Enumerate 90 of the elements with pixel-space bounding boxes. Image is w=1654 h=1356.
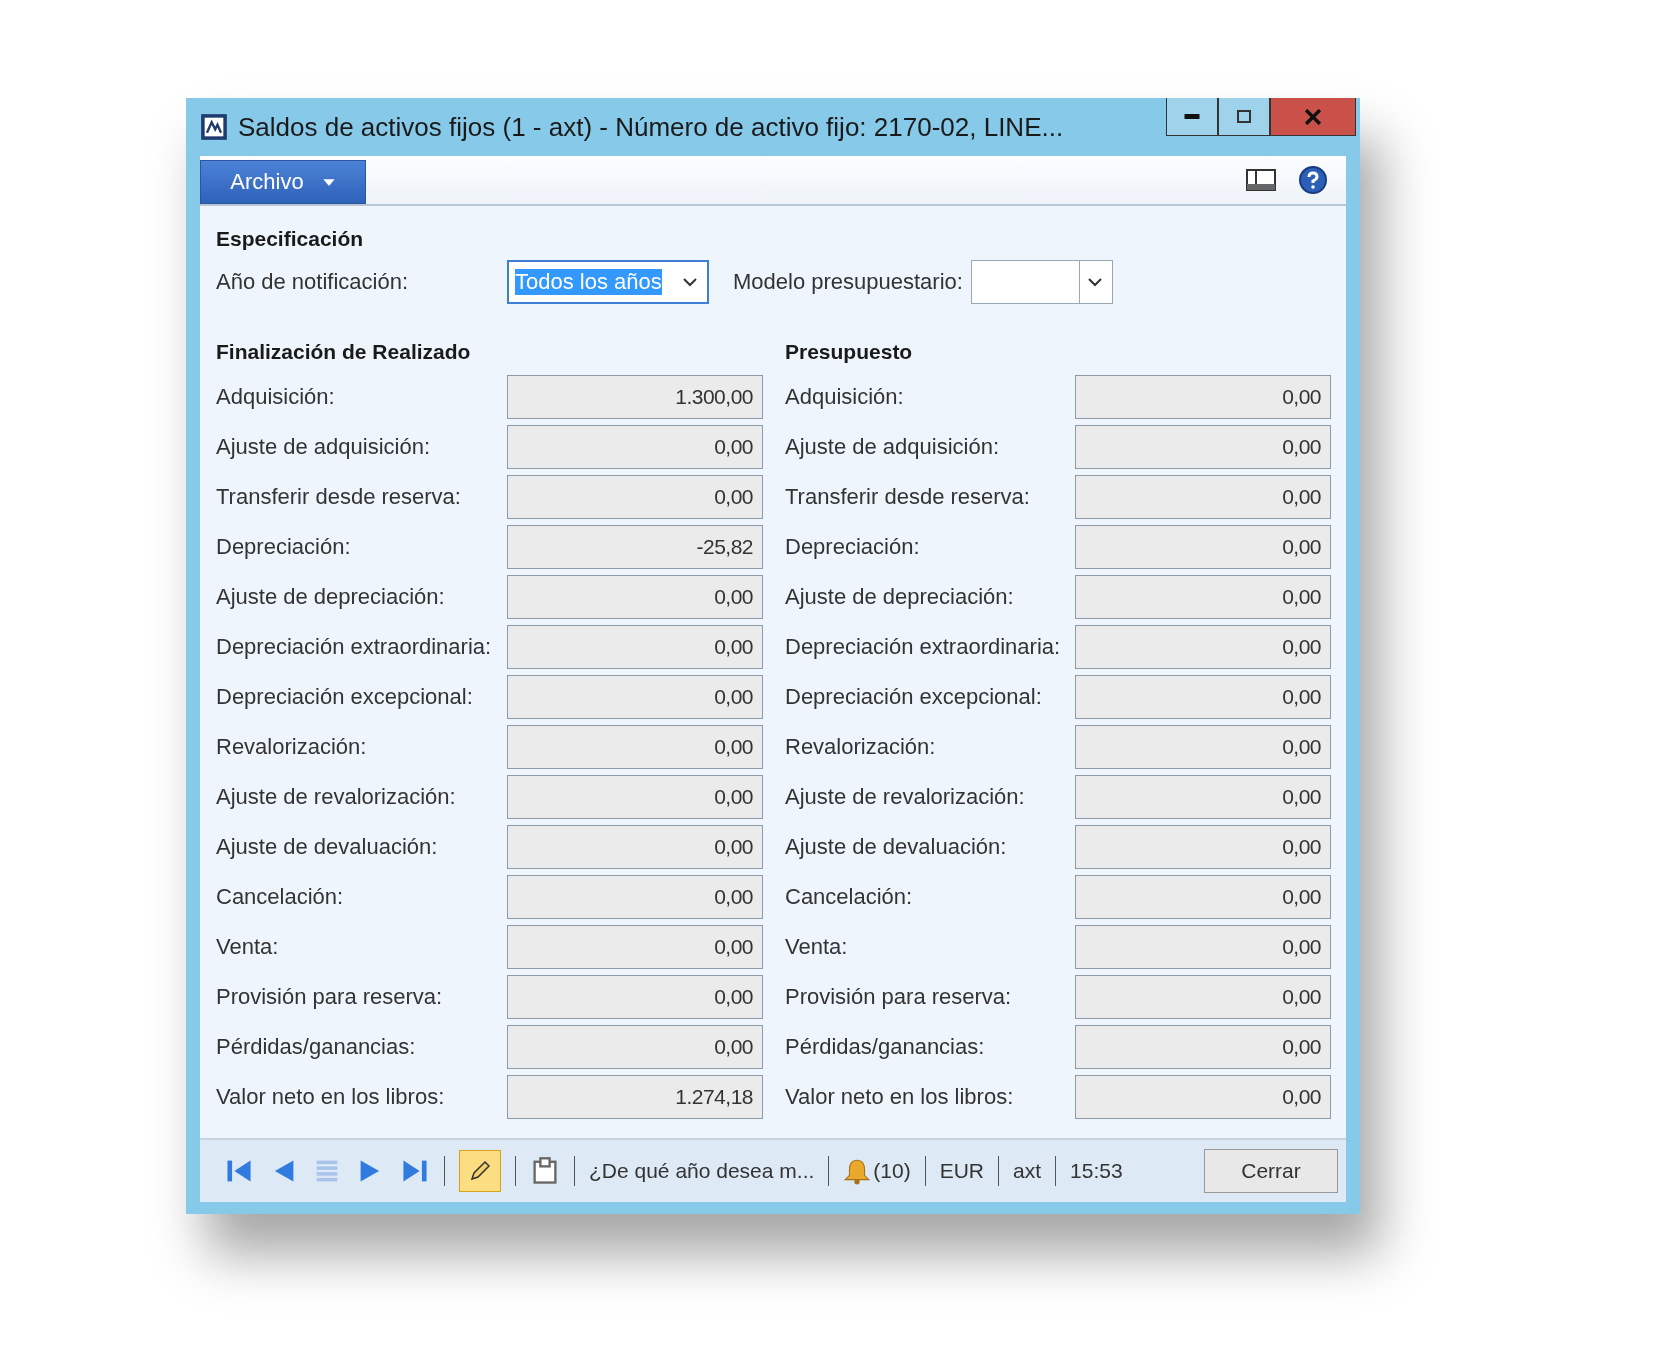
- value-field[interactable]: -25,82: [507, 525, 763, 569]
- value-field[interactable]: 0,00: [1075, 525, 1331, 569]
- field-label: Depreciación extraordinaria:: [216, 634, 493, 660]
- value-field[interactable]: 0,00: [507, 425, 763, 469]
- field-label: Revalorización:: [785, 734, 937, 760]
- value-field[interactable]: 0,00: [1075, 625, 1331, 669]
- field-label: Ajuste de depreciación:: [216, 584, 446, 610]
- close-button[interactable]: [1270, 98, 1356, 136]
- field-label: Ajuste de devaluación:: [785, 834, 1008, 860]
- field-label: Adquisición:: [216, 384, 336, 410]
- value-field[interactable]: 0,00: [507, 1025, 763, 1069]
- value-field[interactable]: 0,00: [507, 675, 763, 719]
- value-field[interactable]: 0,00: [507, 725, 763, 769]
- minimize-button[interactable]: [1166, 98, 1218, 136]
- field-label: Pérdidas/ganancias:: [216, 1034, 417, 1060]
- field-label: Venta:: [216, 934, 280, 960]
- value-field[interactable]: 0,00: [507, 775, 763, 819]
- value-field[interactable]: 0,00: [1075, 825, 1331, 869]
- field-label: Año de notificación:: [216, 269, 410, 295]
- company-label: axt: [1013, 1159, 1042, 1183]
- value-field[interactable]: 0,00: [1075, 1075, 1331, 1119]
- field-label: Venta:: [785, 934, 849, 960]
- section-heading: Presupuesto: [785, 339, 914, 365]
- field-label: Depreciación excepcional:: [785, 684, 1043, 710]
- field-label: Adquisición:: [785, 384, 905, 410]
- value-field[interactable]: 0,00: [1075, 675, 1331, 719]
- help-icon[interactable]: [1298, 165, 1328, 195]
- value-field[interactable]: 0,00: [1075, 725, 1331, 769]
- value-field[interactable]: 0,00: [1075, 375, 1331, 419]
- value-field[interactable]: 0,00: [507, 875, 763, 919]
- value-field[interactable]: 0,00: [1075, 775, 1331, 819]
- panel-icon[interactable]: [1246, 168, 1276, 192]
- value-field[interactable]: 0,00: [507, 925, 763, 969]
- field-label: Ajuste de revalorización:: [216, 784, 457, 810]
- window-title: Saldos de activos fijos (1 - axt) - Número de activo fijo: 2170-02, LINE...: [238, 111, 1065, 143]
- field-label: Cancelación:: [785, 884, 914, 910]
- value-field[interactable]: 0,00: [1075, 875, 1331, 919]
- minimize-icon: [1184, 114, 1200, 119]
- close-icon: [1305, 108, 1321, 125]
- field-label: Transferir desde reserva:: [216, 484, 462, 510]
- field-label: Depreciación:: [216, 534, 352, 560]
- field-label: Transferir desde reserva:: [785, 484, 1031, 510]
- field-label: Ajuste de devaluación:: [216, 834, 439, 860]
- field-label: Depreciación excepcional:: [216, 684, 474, 710]
- file-menu-button[interactable]: Archivo: [200, 160, 366, 204]
- field-label: Cancelación:: [216, 884, 345, 910]
- field-label: Pérdidas/ganancias:: [785, 1034, 986, 1060]
- field-label: Provisión para reserva:: [216, 984, 444, 1010]
- budget-model-dropdown[interactable]: [970, 260, 1113, 304]
- field-label: Depreciación extraordinaria:: [785, 634, 1062, 660]
- section-heading: Especificación: [216, 226, 365, 252]
- app-icon: [200, 113, 228, 141]
- field-label: Ajuste de adquisición:: [785, 434, 1001, 460]
- value-field[interactable]: 0,00: [507, 625, 763, 669]
- chevron-down-icon: [1087, 277, 1102, 287]
- field-label: Valor neto en los libros:: [216, 1084, 446, 1110]
- field-label: Ajuste de revalorización:: [785, 784, 1026, 810]
- field-label: Ajuste de depreciación:: [785, 584, 1015, 610]
- value-field[interactable]: 0,00: [1075, 925, 1331, 969]
- section-heading: Finalización de Realizado: [216, 339, 472, 365]
- field-label: Revalorización:: [216, 734, 368, 760]
- clipboard-icon[interactable]: [530, 1156, 560, 1186]
- edit-toggle[interactable]: [459, 1150, 501, 1192]
- maximize-icon: [1237, 110, 1251, 123]
- value-field[interactable]: 0,00: [1075, 575, 1331, 619]
- field-label: Provisión para reserva:: [785, 984, 1013, 1010]
- maximize-button[interactable]: [1218, 98, 1270, 136]
- value-field[interactable]: 0,00: [507, 825, 763, 869]
- caret-icon: [321, 177, 336, 187]
- value-field[interactable]: 0,00: [507, 575, 763, 619]
- field-label: Modelo presupuestario:: [733, 269, 963, 295]
- value-field[interactable]: 0,00: [1075, 425, 1331, 469]
- value-field[interactable]: 1.300,00: [507, 375, 763, 419]
- value-field[interactable]: 0,00: [1075, 1025, 1331, 1069]
- value-field[interactable]: 1.274,18: [507, 1075, 763, 1119]
- notification-count: (10): [873, 1159, 911, 1183]
- value-field[interactable]: 0,00: [1075, 975, 1331, 1019]
- value-field[interactable]: 0,00: [507, 475, 763, 519]
- close-dialog-button[interactable]: Cerrar: [1204, 1149, 1338, 1193]
- field-label: Depreciación:: [785, 534, 921, 560]
- chevron-down-icon: [683, 277, 697, 287]
- dropdown-value: Todos los años: [515, 269, 662, 295]
- field-label: Valor neto en los libros:: [785, 1084, 1015, 1110]
- bell-icon[interactable]: [843, 1157, 872, 1185]
- time-label: 15:53: [1070, 1159, 1123, 1183]
- value-field[interactable]: 0,00: [507, 975, 763, 1019]
- field-label: Ajuste de adquisición:: [216, 434, 432, 460]
- status-message: ¿De qué año desea m...: [589, 1159, 815, 1183]
- currency-label: EUR: [939, 1159, 984, 1183]
- value-field[interactable]: 0,00: [1075, 475, 1331, 519]
